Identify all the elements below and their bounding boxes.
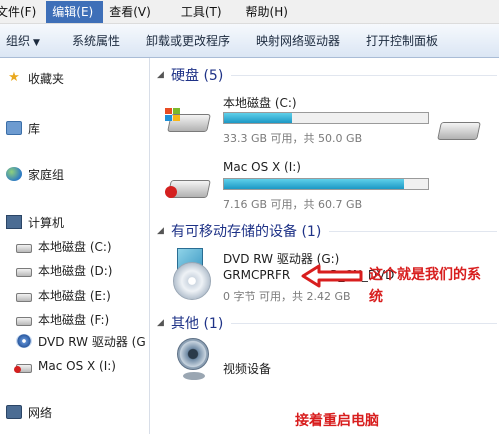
group-other-title: 其他 (1) — [171, 316, 224, 332]
command-bar: 组织 ▼ 系统属性 卸载或更改程序 映射网络驱动器 打开控制面板 — [0, 24, 499, 58]
annotation-system-line1: 这个就是我们的系 — [369, 267, 481, 283]
control-panel-button[interactable]: 打开控制面板 — [360, 28, 444, 54]
star-icon: ★ — [8, 70, 20, 85]
nav-drive-f[interactable]: 本地磁盘 (F:) — [16, 309, 109, 329]
organize-button[interactable]: 组织 ▼ — [0, 28, 46, 54]
webcam-icon[interactable] — [173, 338, 213, 384]
divider — [329, 230, 497, 232]
nav-drive-g[interactable]: DVD RW 驱动器 (G — [16, 331, 146, 351]
drive-c-stat: 33.3 GB 可用，共 50.0 GB — [223, 132, 363, 145]
chevron-down-icon: ▼ — [33, 37, 40, 48]
menu-help[interactable]: 帮助(H) — [240, 1, 298, 23]
nav-computer-label: 计算机 — [28, 215, 65, 230]
nav-drive-d[interactable]: 本地磁盘 (D:) — [16, 260, 112, 280]
nav-drive-c[interactable]: 本地磁盘 (C:) — [16, 236, 112, 256]
hard-drive-icon — [16, 316, 32, 326]
organize-label: 组织 — [6, 33, 31, 48]
nav-drive-g-label: DVD RW 驱动器 (G — [38, 334, 146, 349]
dvd-stat: 0 字节 可用，共 2.42 GB — [223, 290, 351, 303]
drive-i-stat: 7.16 GB 可用，共 60.7 GB — [223, 198, 363, 211]
menu-edit[interactable]: 编辑(E) — [46, 0, 104, 23]
annotation-restart: 接着重启电脑 — [295, 413, 379, 429]
windows-drive-icon — [165, 108, 211, 134]
nav-drive-i[interactable]: Mac OS X (I:) — [14, 356, 116, 376]
nav-library-label: 库 — [28, 121, 41, 136]
drive-i-tile[interactable]: Mac OS X (I:) 7.16 GB 可用，共 60.7 GB — [165, 160, 465, 220]
nav-network-label: 网络 — [28, 405, 53, 420]
hard-drive-icon — [435, 116, 481, 142]
group-removable[interactable]: ◢ 有可移动存储的设备 (1) — [157, 220, 497, 242]
system-properties-button[interactable]: 系统属性 — [66, 28, 126, 54]
nav-drive-c-label: 本地磁盘 (C:) — [38, 239, 112, 254]
nav-drive-e[interactable]: 本地磁盘 (E:) — [16, 285, 111, 305]
map-drive-button[interactable]: 映射网络驱动器 — [250, 28, 346, 54]
hard-drive-icon — [16, 243, 32, 253]
divider — [231, 74, 497, 76]
drive-c-usage-bar — [223, 112, 429, 124]
collapse-triangle-icon: ◢ — [157, 318, 164, 328]
library-icon — [6, 121, 22, 135]
drive-i-usage-bar — [223, 178, 429, 190]
nav-drive-f-label: 本地磁盘 (F:) — [38, 312, 110, 327]
nav-computer[interactable]: 计算机 — [6, 212, 64, 232]
drive-c-tile[interactable]: 本地磁盘 (C:) 33.3 GB 可用，共 50.0 GB — [165, 94, 465, 154]
computer-icon — [6, 215, 22, 229]
nav-network[interactable]: 网络 — [6, 402, 52, 422]
annotation-system-line2: 统 — [369, 289, 383, 305]
dvd-drive-icon — [16, 334, 32, 348]
nav-homegroup[interactable]: 家庭组 — [6, 164, 64, 184]
homegroup-icon — [6, 167, 22, 181]
hard-drive-icon — [16, 292, 32, 302]
nav-favorites[interactable]: ★ 收藏夹 — [6, 68, 64, 88]
drive-c-usage-fill — [224, 113, 293, 123]
collapse-triangle-icon: ◢ — [157, 70, 164, 80]
nav-favorites-label: 收藏夹 — [28, 71, 65, 86]
mac-drive-icon — [165, 174, 211, 200]
menu-file[interactable]: 文件(F) — [0, 1, 46, 23]
drive-c-name: 本地磁盘 (C:) — [223, 96, 297, 110]
menu-view[interactable]: 查看(V) — [103, 1, 161, 23]
divider — [231, 322, 497, 324]
nav-drive-e-label: 本地磁盘 (E:) — [38, 288, 111, 303]
red-arrow-annotation — [301, 264, 363, 288]
nav-drive-i-label: Mac OS X (I:) — [38, 359, 116, 373]
video-device-label: 视频设备 — [223, 362, 272, 376]
uninstall-button[interactable]: 卸载或更改程序 — [140, 28, 236, 54]
menu-bar: 文件(F) 编辑(E) 查看(V) 工具(T) 帮助(H) — [0, 0, 499, 24]
navigation-pane: ★ 收藏夹 库 家庭组 计算机 本地磁盘 (C:) 本地磁盘 (D:) 本地磁盘… — [0, 58, 150, 434]
group-hard-disks-title: 硬盘 (5) — [171, 68, 224, 84]
collapse-triangle-icon: ◢ — [157, 226, 164, 236]
nav-homegroup-label: 家庭组 — [28, 167, 65, 182]
content-pane: ◢ 硬盘 (5) 本地磁盘 (C:) 33.3 GB 可用，共 50.0 GB … — [151, 58, 499, 434]
group-other[interactable]: ◢ 其他 (1) — [157, 312, 497, 334]
hard-drive-icon — [16, 267, 32, 277]
partial-drive-tile[interactable] — [431, 106, 499, 146]
dvd-drive-icon[interactable] — [173, 244, 213, 304]
drive-i-usage-fill — [224, 179, 404, 189]
menu-tools[interactable]: 工具(T) — [175, 1, 232, 23]
drive-i-name: Mac OS X (I:) — [223, 160, 301, 174]
group-removable-title: 有可移动存储的设备 (1) — [171, 224, 322, 240]
mac-drive-icon — [14, 363, 32, 373]
nav-library[interactable]: 库 — [6, 118, 40, 138]
dvd-label-main: GRMCPRFR — [223, 268, 291, 282]
nav-drive-d-label: 本地磁盘 (D:) — [38, 263, 113, 278]
group-hard-disks[interactable]: ◢ 硬盘 (5) — [157, 64, 497, 86]
network-icon — [6, 405, 22, 419]
